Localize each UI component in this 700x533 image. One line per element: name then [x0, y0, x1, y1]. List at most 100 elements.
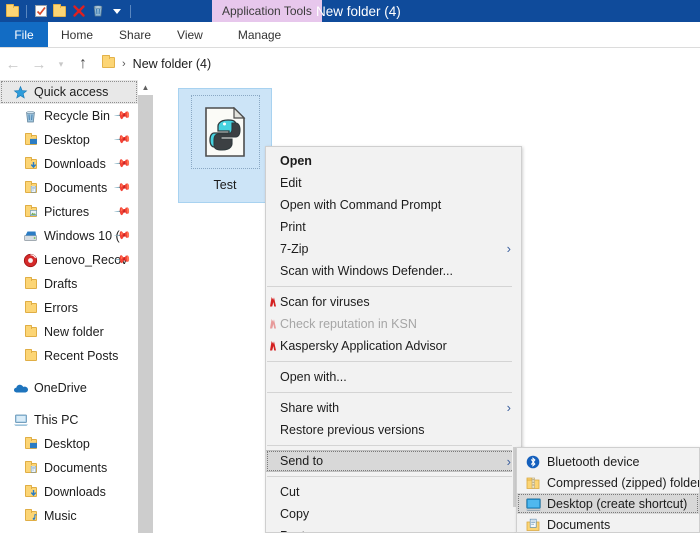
context-menu-item-copy[interactable]: Copy: [266, 503, 521, 525]
context-menu-item-kaspersky-application-advisor[interactable]: Kaspersky Application Advisor: [266, 335, 521, 357]
back-arrow-icon[interactable]: ←: [0, 51, 26, 77]
folder-icon: [22, 300, 39, 316]
sidebar-item-pictures[interactable]: Pictures 📌: [0, 200, 138, 224]
context-menu-separator-5: [267, 476, 520, 477]
sidebar-scrollbar-thumb[interactable]: [138, 95, 153, 533]
sidebar-item-label: Recycle Bin: [44, 109, 110, 123]
tab-share[interactable]: Share: [106, 22, 164, 47]
submenu-item-documents[interactable]: Documents: [517, 514, 699, 532]
sidebar-item-label: Pictures: [44, 205, 90, 219]
navigation-pane[interactable]: Quick access Recycle Bin 📌 Desktop 📌 Dow…: [0, 80, 138, 533]
sidebar-item-label: This PC: [34, 413, 79, 427]
context-menu-item-edit[interactable]: Edit: [266, 172, 521, 194]
sidebar-item-recycle-bin[interactable]: Recycle Bin 📌: [0, 104, 138, 128]
tab-home[interactable]: Home: [48, 22, 106, 47]
window-title: New folder (4): [316, 3, 401, 19]
context-menu-item-open[interactable]: Open: [266, 150, 521, 172]
sidebar-item-windows-10-drive[interactable]: Windows 10 ( 📌: [0, 224, 138, 248]
tab-file[interactable]: File: [0, 22, 48, 47]
sidebar-item-thispc-music[interactable]: Music: [0, 504, 138, 528]
context-menu-item-print[interactable]: Print: [266, 216, 521, 238]
context-menu-item-scan-for-viruses[interactable]: Scan for viruses: [266, 291, 521, 313]
sidebar-item-recent-posts[interactable]: Recent Posts: [0, 344, 138, 368]
up-arrow-icon[interactable]: ↑: [70, 51, 96, 77]
breadcrumb-separator: ›: [122, 58, 126, 70]
pin-icon[interactable]: 📌: [114, 178, 133, 197]
context-menu-item-restore-previous-versions[interactable]: Restore previous versions: [266, 419, 521, 441]
kaspersky-icon: [266, 317, 280, 331]
sidebar-item-this-pc[interactable]: This PC: [0, 408, 138, 432]
context-menu-item-paste[interactable]: Paste: [266, 525, 521, 532]
context-menu-item-check-reputation-in-ksn: Check reputation in KSN: [266, 313, 521, 335]
context-menu-item-send-to[interactable]: Send to ›: [266, 450, 521, 472]
recent-locations-icon[interactable]: ▾: [52, 51, 70, 77]
context-menu-item-scan-with-windows-defender[interactable]: Scan with Windows Defender...: [266, 260, 521, 282]
context-menu-item-7-zip[interactable]: 7-Zip ›: [266, 238, 521, 260]
sidebar-item-label: Desktop: [44, 437, 90, 451]
python-script-file-icon: [190, 95, 260, 169]
sidebar-item-drafts[interactable]: Drafts: [0, 272, 138, 296]
properties-icon[interactable]: [31, 2, 50, 21]
onedrive-cloud-icon: [12, 380, 29, 396]
context-menu-item-label: Share with: [280, 401, 340, 415]
sidebar-item-thispc-downloads[interactable]: Downloads: [0, 480, 138, 504]
pin-icon[interactable]: 📌: [114, 106, 133, 125]
sidebar-item-thispc-desktop[interactable]: Desktop: [0, 432, 138, 456]
title-bar: Application Tools New folder (4): [0, 0, 700, 22]
context-menu-separator-3: [267, 392, 520, 393]
sidebar-item-desktop[interactable]: Desktop 📌: [0, 128, 138, 152]
sidebar-item-label: Windows 10 (: [44, 229, 120, 243]
folder-icon: [22, 324, 39, 340]
breadcrumb[interactable]: › New folder (4): [102, 55, 212, 71]
folder-icon[interactable]: [3, 2, 22, 21]
context-menu-item-cut[interactable]: Cut: [266, 481, 521, 503]
sidebar-item-quick-access[interactable]: Quick access: [0, 80, 138, 104]
scroll-up-arrow-icon[interactable]: ▲: [138, 80, 153, 95]
tab-manage[interactable]: Manage: [216, 22, 303, 47]
submenu-item-bluetooth-device[interactable]: Bluetooth device: [517, 451, 699, 472]
sidebar-scrollbar[interactable]: ▲: [138, 80, 153, 533]
downloads-folder-icon: [22, 156, 39, 172]
recycle-bin-icon: [22, 108, 39, 124]
submenu-item-desktop-create-shortcut[interactable]: Desktop (create shortcut): [517, 493, 699, 514]
breadcrumb-folder-icon: [102, 55, 115, 71]
submenu-item-compressed-zipped-folder[interactable]: Compressed (zipped) folder: [517, 472, 699, 493]
pin-icon[interactable]: 📌: [114, 130, 133, 149]
context-menu-item-label: Scan with Windows Defender...: [280, 264, 453, 278]
recycle-bin-icon[interactable]: [88, 2, 107, 21]
desktop-folder-icon: [22, 436, 39, 452]
sidebar-item-documents[interactable]: Documents 📌: [0, 176, 138, 200]
send-to-submenu[interactable]: Bluetooth device Compressed (zipped) fol…: [516, 447, 700, 533]
context-menu-item-open-with[interactable]: Open with...: [266, 366, 521, 388]
context-menu[interactable]: Open Edit Open with Command Prompt Print…: [265, 146, 522, 533]
tab-view[interactable]: View: [164, 22, 216, 47]
context-menu-item-share-with[interactable]: Share with ›: [266, 397, 521, 419]
context-menu-item-label: Print: [280, 220, 306, 234]
zipped-folder-icon: [525, 475, 541, 491]
sidebar-item-label: Music: [44, 509, 77, 523]
pin-icon[interactable]: 📌: [114, 202, 133, 221]
forward-arrow-icon[interactable]: →: [26, 51, 52, 77]
sidebar-item-onedrive[interactable]: OneDrive: [0, 376, 138, 400]
kaspersky-icon: [266, 339, 280, 353]
chevron-right-icon: ›: [506, 241, 511, 256]
new-folder-icon[interactable]: [50, 2, 69, 21]
submenu-item-label: Desktop (create shortcut): [547, 496, 688, 511]
sidebar-item-new-folder[interactable]: New folder: [0, 320, 138, 344]
quick-access-toolbar: [0, 2, 135, 21]
contextual-tab-application-tools[interactable]: Application Tools: [212, 0, 322, 22]
recovery-drive-icon: [22, 252, 39, 268]
context-menu-item-open-with-command-prompt[interactable]: Open with Command Prompt: [266, 194, 521, 216]
breadcrumb-current[interactable]: New folder (4): [133, 57, 212, 71]
sidebar-item-thispc-documents[interactable]: Documents: [0, 456, 138, 480]
file-explorer-window: Application Tools New folder (4) File Ho…: [0, 0, 700, 533]
file-item-test[interactable]: Test: [178, 88, 272, 203]
context-menu-item-label: Open with...: [280, 370, 347, 384]
sidebar-item-downloads[interactable]: Downloads 📌: [0, 152, 138, 176]
delete-icon[interactable]: [69, 2, 88, 21]
context-menu-separator-2: [267, 361, 520, 362]
sidebar-item-lenovo-recovery[interactable]: Lenovo_Recov 📌: [0, 248, 138, 272]
sidebar-item-errors[interactable]: Errors: [0, 296, 138, 320]
pin-icon[interactable]: 📌: [114, 154, 133, 173]
customize-dropdown-icon[interactable]: [107, 2, 126, 21]
